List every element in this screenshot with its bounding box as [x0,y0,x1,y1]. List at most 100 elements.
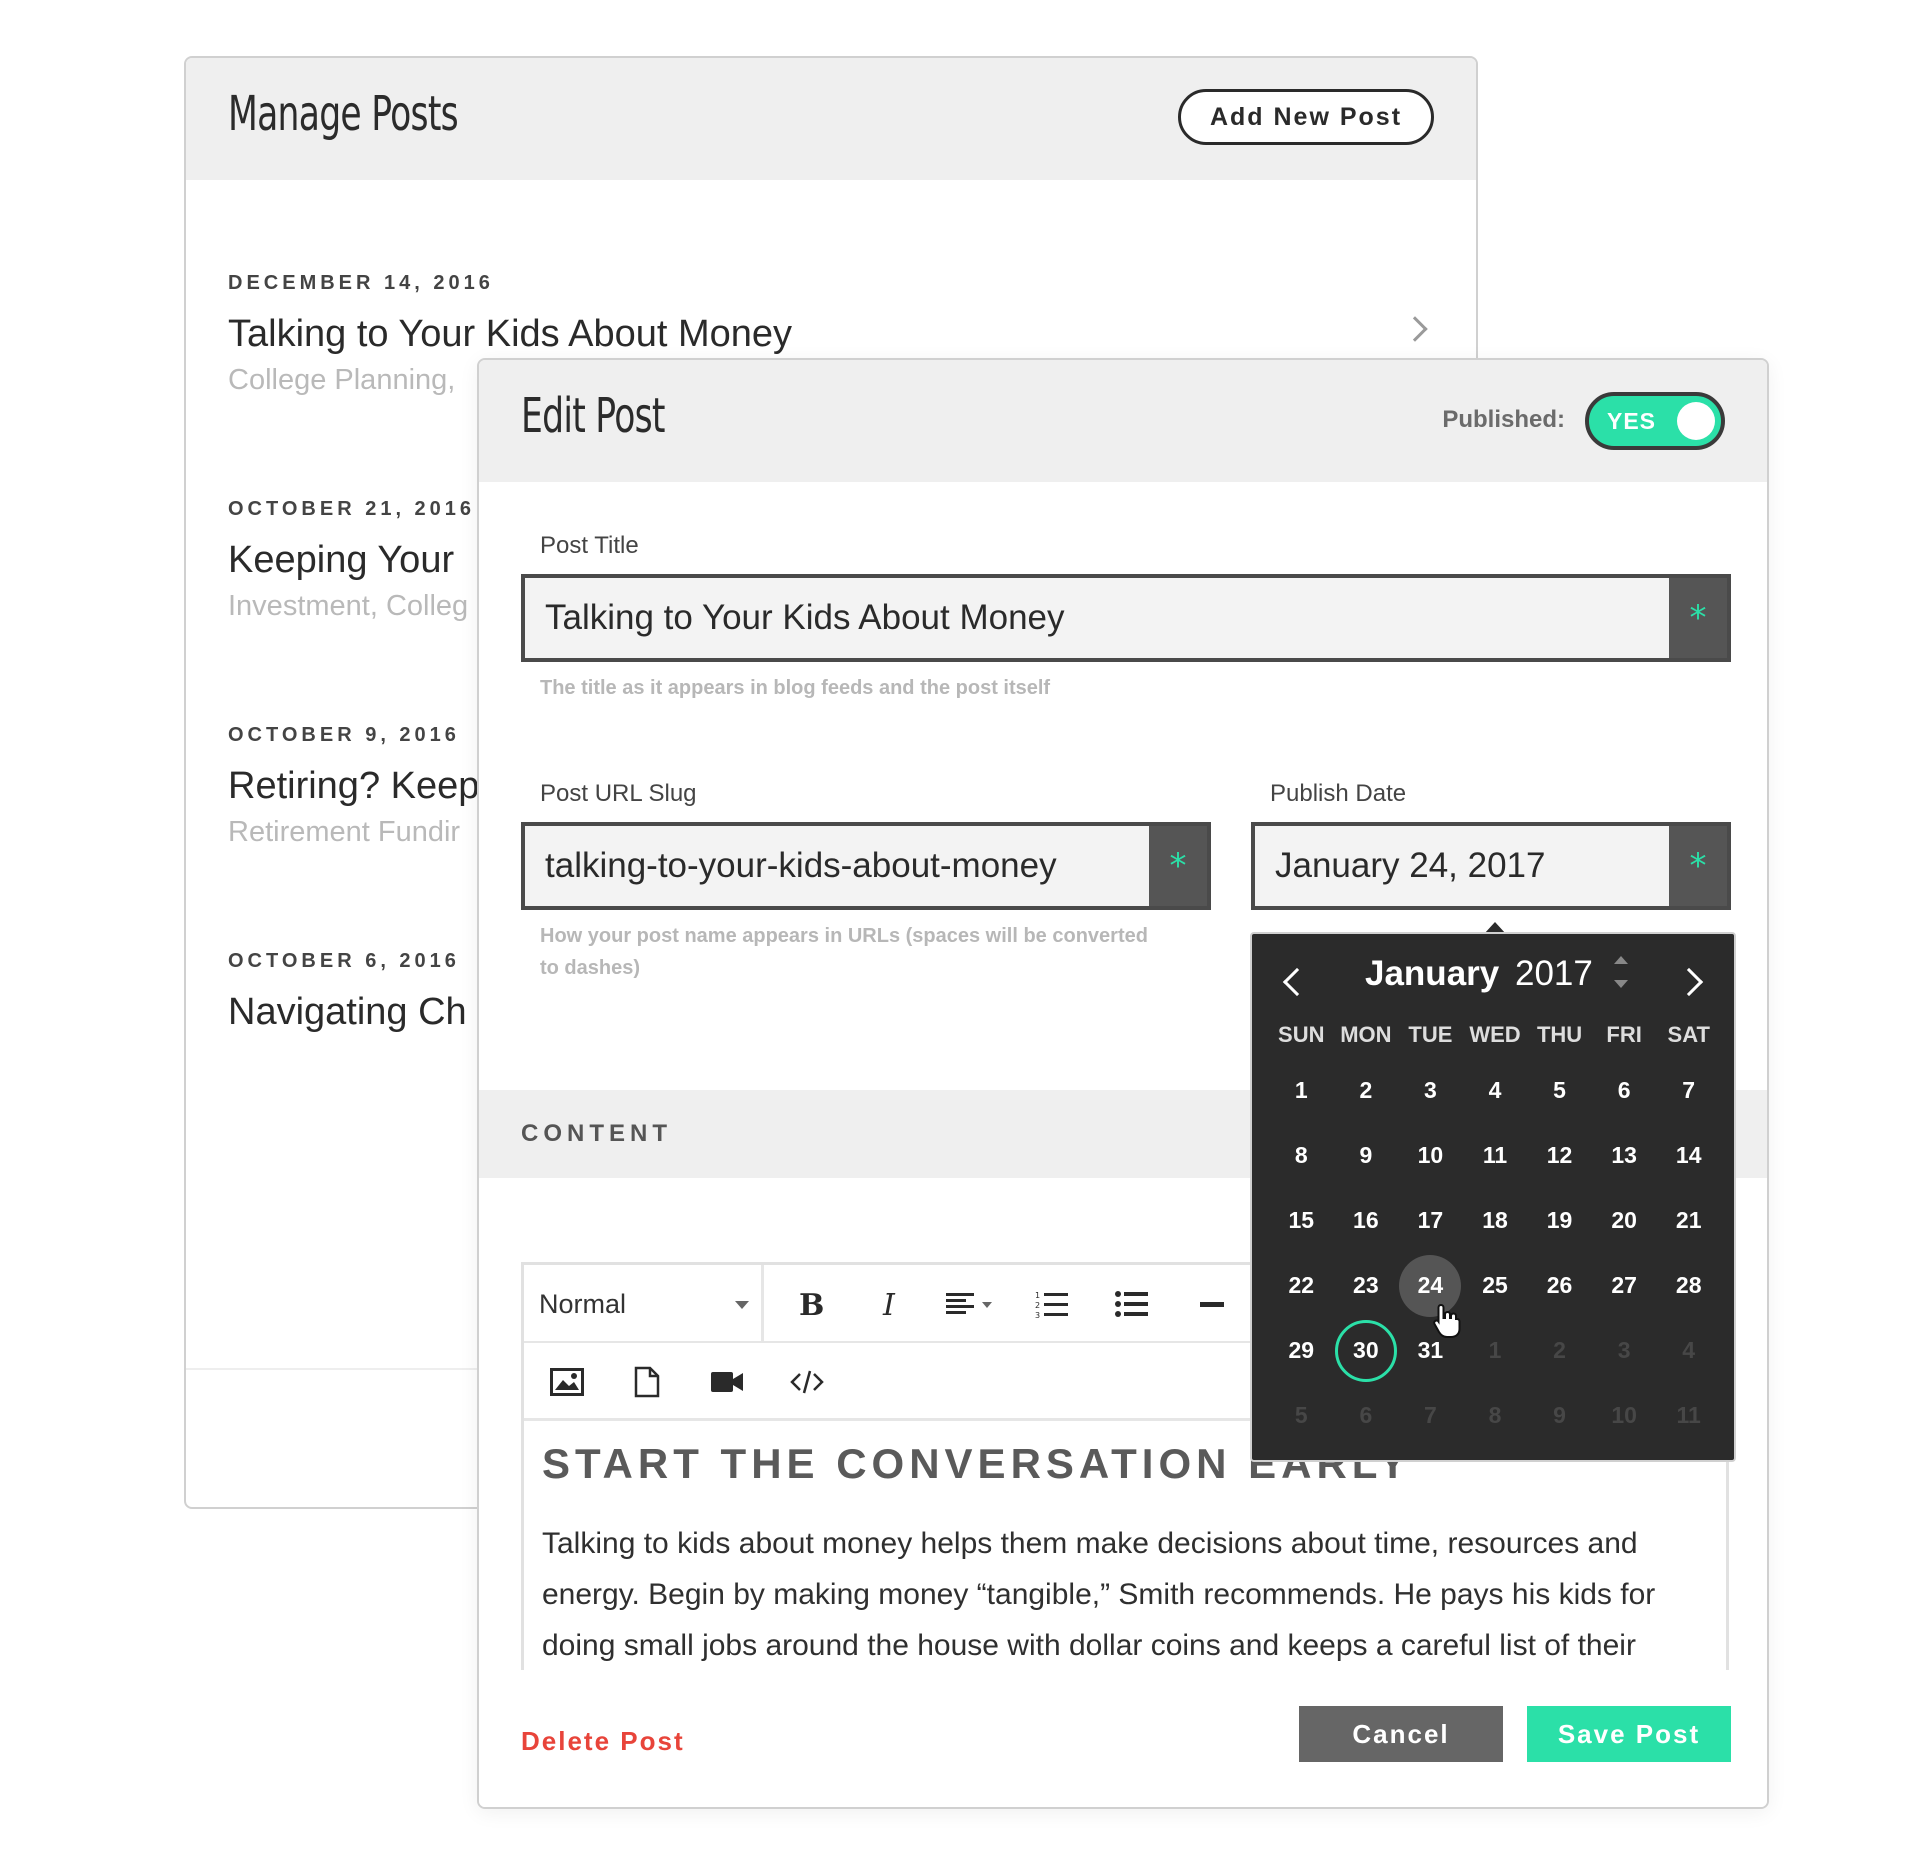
calendar-day[interactable]: 26 [1527,1253,1592,1318]
calendar-day: 7 [1398,1383,1463,1448]
calendar-day-number: 22 [1288,1272,1315,1298]
save-post-button[interactable]: Save Post [1527,1706,1731,1762]
calendar-day[interactable]: 22 [1269,1253,1334,1318]
calendar-day-number: 3 [1617,1337,1631,1363]
calendar-day-number: 19 [1546,1207,1573,1233]
datepicker-month: January [1365,954,1500,993]
calendar-day[interactable]: 27 [1592,1253,1657,1318]
format-select[interactable]: Normal [524,1265,764,1343]
datepicker-days: 1 2 3 4 5 6 7 8 9 10 11 12 13 14 15 16 17 18 19 20 21 22 23 24 2… [1269,1058,1721,1448]
calendar-day[interactable]: 9 [1334,1123,1399,1188]
svg-text:I: I [882,1288,896,1320]
edit-post-title: Edit Post [521,388,665,444]
calendar-day[interactable]: 15 [1269,1188,1334,1253]
hand-cursor-icon [1433,1303,1461,1338]
calendar-day[interactable]: 11 [1463,1123,1528,1188]
manage-posts-title: Manage Posts [228,86,459,142]
calendar-day-number: 15 [1288,1207,1315,1233]
calendar-day[interactable]: 10 [1398,1123,1463,1188]
required-asterisk-icon: * [1149,826,1207,906]
calendar-day[interactable]: 12 [1527,1123,1592,1188]
calendar-day[interactable]: 25 [1463,1253,1528,1318]
calendar-day-number: 21 [1675,1207,1702,1233]
calendar-day-number: 30 [1334,1319,1397,1382]
calendar-day-number: 8 [1294,1142,1308,1168]
calendar-day-number: 5 [1294,1402,1308,1428]
delete-post-link[interactable]: Delete Post [521,1726,685,1757]
cancel-button[interactable]: Cancel [1299,1706,1503,1762]
bullet-list-icon[interactable] [1107,1279,1157,1329]
published-label: Published: [1442,406,1565,433]
calendar-day[interactable]: 2 [1334,1058,1399,1123]
calendar-day-number: 8 [1488,1402,1502,1428]
calendar-day-number: 25 [1482,1272,1508,1298]
calendar-day[interactable]: 28 [1656,1253,1721,1318]
chevron-left-icon[interactable] [1282,967,1312,997]
required-asterisk-icon: * [1669,826,1727,906]
calendar-day[interactable]: 4 [1463,1058,1528,1123]
calendar-day[interactable]: 18 [1463,1188,1528,1253]
calendar-day-number: 18 [1482,1207,1508,1233]
year-up-icon[interactable] [1614,956,1628,964]
slug-field[interactable]: talking-to-your-kids-about-money * [521,822,1211,910]
slug-help-line1: How your post name appears in URLs (spac… [540,925,1148,947]
calendar-day[interactable]: 20 [1592,1188,1657,1253]
calendar-day[interactable]: 30 [1334,1318,1399,1383]
post-title: Talking to Your Kids About Money [228,313,793,355]
calendar-day[interactable]: 23 [1334,1253,1399,1318]
calendar-day-number: 1 [1294,1077,1308,1103]
calendar-day: 11 [1656,1383,1721,1448]
datepicker-year[interactable]: 2017 [1515,954,1593,994]
calendar-day: 10 [1592,1383,1657,1448]
calendar-day[interactable]: 7 [1656,1058,1721,1123]
calendar-day[interactable]: 29 [1269,1318,1334,1383]
code-icon[interactable] [782,1357,832,1407]
weekday-label: SUN [1278,1022,1325,1047]
calendar-day[interactable]: 3 [1398,1058,1463,1123]
ordered-list-icon[interactable]: 1 2 3 [1027,1279,1077,1329]
post-title-value[interactable]: Talking to Your Kids About Money [525,598,1669,638]
publish-date-field[interactable]: January 24, 2017 * [1251,822,1731,910]
required-asterisk-icon: * [1669,578,1727,658]
calendar-day[interactable]: 5 [1527,1058,1592,1123]
image-icon[interactable] [542,1357,592,1407]
calendar-day[interactable]: 14 [1656,1123,1721,1188]
calendar-day-number: 4 [1488,1077,1502,1103]
calendar-day: 8 [1463,1383,1528,1448]
calendar-day-number: 14 [1675,1142,1702,1168]
calendar-day-number: 10 [1611,1402,1637,1428]
align-icon[interactable] [942,1279,1002,1329]
published-toggle[interactable]: YES [1585,392,1725,450]
chevron-right-icon[interactable] [1674,967,1704,997]
horizontal-rule-icon[interactable] [1187,1279,1237,1329]
video-icon[interactable] [702,1357,752,1407]
editor-body-text[interactable]: Talking to kids about money helps them m… [542,1518,1722,1671]
calendar-day-number: 28 [1675,1272,1702,1298]
weekday-label: TUE [1408,1022,1453,1047]
calendar-day[interactable]: 6 [1592,1058,1657,1123]
calendar-day[interactable]: 16 [1334,1188,1399,1253]
calendar-day-number: 4 [1682,1337,1696,1363]
calendar-day[interactable]: 21 [1656,1188,1721,1253]
calendar-day-number: 17 [1417,1207,1444,1233]
italic-icon[interactable]: I [865,1279,915,1329]
calendar-day: 9 [1527,1383,1592,1448]
calendar-day[interactable]: 17 [1398,1188,1463,1253]
calendar-day[interactable]: 1 [1269,1058,1334,1123]
manage-posts-header: Manage Posts Add New Post [186,58,1476,180]
publish-date-value[interactable]: January 24, 2017 [1255,846,1669,886]
calendar-day[interactable]: 13 [1592,1123,1657,1188]
calendar-day-number: 7 [1424,1402,1437,1428]
bold-icon[interactable]: B [785,1279,835,1329]
edit-post-footer: Delete Post Cancel Save Post [479,1670,1767,1807]
calendar-day[interactable]: 8 [1269,1123,1334,1188]
year-down-icon[interactable] [1614,980,1628,988]
weekday-label: SAT [1667,1022,1710,1047]
post-title-field[interactable]: Talking to Your Kids About Money * [521,574,1731,662]
slug-value[interactable]: talking-to-your-kids-about-money [525,846,1149,886]
edit-post-header: Edit Post Published: YES [479,360,1767,482]
add-new-post-button[interactable]: Add New Post [1178,89,1434,145]
calendar-day[interactable]: 19 [1527,1188,1592,1253]
file-icon[interactable] [622,1357,672,1407]
calendar-day-number: 9 [1359,1142,1373,1168]
